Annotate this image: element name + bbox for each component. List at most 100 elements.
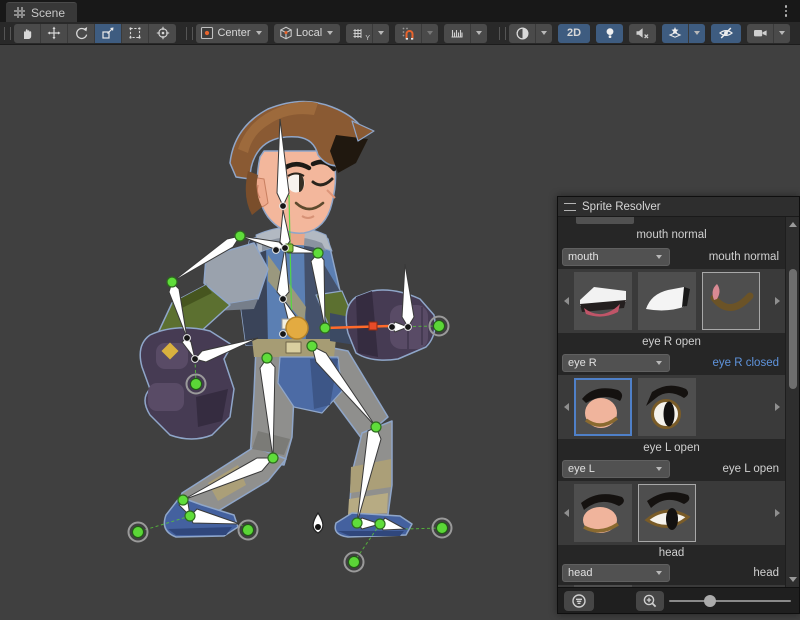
panel-footer xyxy=(558,587,799,613)
eye-l-closed-sprite xyxy=(574,484,632,542)
eye-l-category-row: eye L eye L open xyxy=(558,457,799,481)
thumb-mouth-closed[interactable] xyxy=(638,272,696,330)
grid-options-arrow[interactable] xyxy=(373,24,389,43)
window-menu-kebab-icon[interactable] xyxy=(780,3,792,19)
scale-tool-button[interactable] xyxy=(95,24,122,43)
scroll-left-arrow[interactable] xyxy=(558,269,574,333)
mouth-smile-sprite xyxy=(702,272,760,330)
local-cube-icon xyxy=(279,26,293,40)
increment-snap-button[interactable] xyxy=(444,24,471,43)
eye-r-open-sprite xyxy=(638,378,696,436)
thumb-mouth-smile[interactable] xyxy=(702,272,760,330)
panel-content: mouth normal mouth mouth normal xyxy=(558,217,799,587)
transform-tools-group xyxy=(14,24,176,43)
thumb-eye-r-open[interactable] xyxy=(638,378,696,436)
shading-mode-button[interactable] xyxy=(509,24,536,43)
scrollbar-thumb[interactable] xyxy=(789,269,797,389)
clipped-dropdown[interactable] xyxy=(576,217,634,224)
mouth-category-dropdown[interactable]: mouth xyxy=(562,248,670,266)
head-category-dropdown[interactable]: head xyxy=(562,564,670,582)
rotate-tool-button[interactable] xyxy=(68,24,95,43)
eye-r-current-label[interactable]: eye R closed xyxy=(713,357,779,369)
dropdown-caret-icon xyxy=(656,361,662,365)
section-header-eye-l: eye L open xyxy=(558,439,799,457)
tab-scene[interactable]: Scene xyxy=(6,2,77,22)
effects-button[interactable] xyxy=(662,24,689,43)
thumb-eye-l-closed[interactable] xyxy=(574,484,632,542)
rotation-caret-icon xyxy=(327,31,333,35)
effects-group xyxy=(662,24,705,43)
teardrop-gizmo[interactable] xyxy=(313,513,323,533)
scene-toolbar: Center Local Y xyxy=(0,22,800,45)
snap-options-arrow[interactable] xyxy=(422,24,438,43)
head-category-row: head head xyxy=(558,561,799,585)
dropdown-caret-icon xyxy=(656,467,662,471)
thumb-mouth-open[interactable] xyxy=(574,272,632,330)
ruler-icon xyxy=(450,26,464,40)
scroll-right-arrow[interactable] xyxy=(769,481,785,545)
rect-tool-button[interactable] xyxy=(122,24,149,43)
grid-group: Y xyxy=(346,24,389,43)
eye-l-open-sprite xyxy=(638,484,696,542)
scale-icon xyxy=(101,26,115,40)
rotate-icon xyxy=(74,26,88,40)
scroll-left-arrow[interactable] xyxy=(558,375,574,439)
eye-off-icon xyxy=(718,26,734,40)
zoom-button[interactable] xyxy=(636,591,664,611)
mouth-category-row: mouth mouth normal xyxy=(558,245,799,269)
eye-l-category-dropdown[interactable]: eye L xyxy=(562,460,670,478)
panel-header[interactable]: Sprite Resolver xyxy=(558,197,799,217)
panel-title: Sprite Resolver xyxy=(582,201,661,213)
view-tool-button[interactable] xyxy=(14,24,41,43)
mouth-thumbnail-strip xyxy=(558,269,799,333)
rotation-mode-dropdown[interactable]: Local xyxy=(274,24,340,43)
panel-menu-icon[interactable] xyxy=(564,203,576,211)
camera-settings-button[interactable] xyxy=(747,24,774,43)
scrollbar-down-arrow[interactable] xyxy=(789,577,797,582)
transform-tool-button[interactable] xyxy=(149,24,176,43)
filter-button[interactable] xyxy=(564,591,594,611)
audio-mute-button[interactable] xyxy=(629,24,656,43)
scene-lighting-button[interactable] xyxy=(596,24,623,43)
shaded-sphere-icon xyxy=(515,26,530,41)
mode-2d-button[interactable]: 2D xyxy=(558,24,590,43)
shading-mode-arrow[interactable] xyxy=(536,24,552,43)
eye-l-current-label: eye L open xyxy=(723,463,779,475)
mode-2d-label: 2D xyxy=(567,27,581,39)
dropdown-caret-icon xyxy=(656,255,662,259)
hip-pivot-circle[interactable] xyxy=(286,317,308,339)
scroll-right-arrow[interactable] xyxy=(769,269,785,333)
transform-icon xyxy=(156,26,170,40)
head-current-label: head xyxy=(753,567,779,579)
ik-target xyxy=(239,521,258,540)
clipped-row xyxy=(558,217,799,225)
scrollbar-up-arrow[interactable] xyxy=(789,222,797,227)
shading-group xyxy=(509,24,552,43)
grid-visibility-button[interactable]: Y xyxy=(346,24,373,43)
toolbar-drag-handle-2[interactable] xyxy=(186,27,193,40)
thumbnail-zoom-slider[interactable] xyxy=(669,600,791,602)
toolbar-drag-handle[interactable] xyxy=(4,27,11,40)
snap-toggle-button[interactable] xyxy=(395,24,422,43)
grid-axis-label: Y xyxy=(365,35,370,42)
scroll-left-arrow[interactable] xyxy=(558,481,574,545)
filter-icon xyxy=(571,593,587,609)
camera-settings-arrow[interactable] xyxy=(774,24,790,43)
eye-l-thumbnail-strip xyxy=(558,481,799,545)
bone-length-handle[interactable] xyxy=(369,322,377,330)
effects-arrow[interactable] xyxy=(689,24,705,43)
sprite-resolver-panel: Sprite Resolver mouth normal mouth mouth… xyxy=(557,196,800,614)
pivot-mode-dropdown[interactable]: Center xyxy=(196,24,268,43)
scene-visibility-button[interactable] xyxy=(711,24,741,43)
move-tool-button[interactable] xyxy=(41,24,68,43)
mouth-closed-sprite xyxy=(638,272,696,330)
eye-r-category-dropdown[interactable]: eye R xyxy=(562,354,670,372)
scroll-right-arrow[interactable] xyxy=(769,375,785,439)
thumb-eye-l-open[interactable] xyxy=(638,484,696,542)
toolbar-separator xyxy=(499,27,506,40)
panel-scrollbar[interactable] xyxy=(785,217,799,587)
thumb-eye-r-closed[interactable] xyxy=(574,378,632,436)
section-header-mouth: mouth normal xyxy=(558,225,799,245)
slider-knob[interactable] xyxy=(704,595,716,607)
increment-snap-arrow[interactable] xyxy=(471,24,487,43)
